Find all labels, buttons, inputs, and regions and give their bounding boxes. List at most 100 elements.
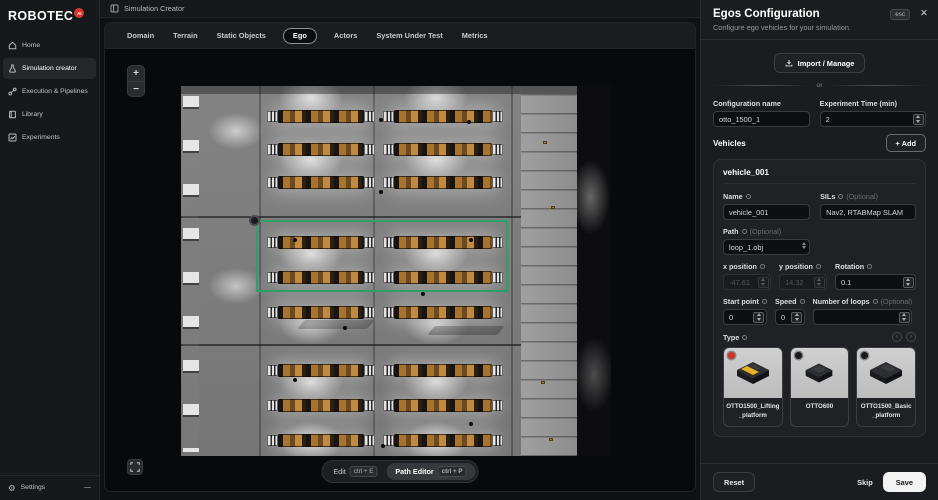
rack-row	[277, 176, 365, 189]
close-icon[interactable]: ✕	[920, 8, 928, 19]
panel-body: Import / Manage or Configuration name Ex…	[701, 40, 938, 463]
info-icon	[867, 264, 872, 269]
sils-input[interactable]	[820, 204, 916, 220]
path-select[interactable]: loop_1.obj	[723, 239, 810, 255]
type-option-otto1500-lifting[interactable]: OTTO1500_Lifting_platform	[723, 347, 783, 427]
logo-ai-badge: AI	[74, 8, 84, 18]
ego-path-rectangle[interactable]	[256, 220, 508, 292]
type-option-label: OTTO1500_Basic_platform	[857, 398, 915, 426]
tab-ego[interactable]: Ego	[283, 28, 317, 44]
stepper-icon[interactable]	[791, 312, 802, 323]
sidebar-item-execution-pipelines[interactable]: Execution & Pipelines	[3, 81, 96, 102]
rack-row	[393, 143, 493, 156]
pillar-dot	[379, 190, 383, 194]
tab-system-under-test[interactable]: System Under Test	[374, 28, 444, 43]
or-divider: or	[713, 82, 926, 89]
sidebar-item-label: Home	[22, 42, 40, 49]
stepper-icon	[758, 277, 769, 288]
config-name-label: Configuration name	[713, 99, 810, 108]
robot-illustration	[799, 359, 839, 387]
tab-terrain[interactable]: Terrain	[171, 28, 200, 43]
type-label: Type	[723, 333, 747, 342]
path-editor-button[interactable]: Path Editor ctrl + P	[386, 463, 475, 480]
path-editor-shortcut: ctrl + P	[438, 466, 467, 477]
tab-actors[interactable]: Actors	[332, 28, 359, 43]
sidebar-item-home[interactable]: Home	[3, 35, 96, 56]
config-name-input[interactable]	[713, 111, 810, 127]
chevron-left-icon[interactable]: ‹	[892, 332, 902, 342]
pillar-dot	[467, 120, 471, 124]
rack-row	[393, 110, 493, 123]
type-carousel: ‹ ›	[892, 332, 916, 342]
rack-row	[393, 176, 493, 189]
type-option-otto1500-basic[interactable]: OTTO1500_Basic_platform	[856, 347, 916, 427]
info-icon	[816, 264, 821, 269]
shadow	[427, 326, 505, 335]
stepper-icon[interactable]	[913, 114, 924, 125]
editor-mode-bar: Edit ctrl + E Path Editor ctrl + P	[322, 460, 479, 483]
vehicle-name-input[interactable]	[723, 204, 810, 220]
path-start-marker[interactable]	[249, 215, 260, 226]
chart-line-icon	[8, 133, 17, 142]
skip-button[interactable]: Skip	[857, 478, 873, 487]
pillar-dot	[379, 118, 383, 122]
import-manage-button[interactable]: Import / Manage	[774, 53, 866, 73]
stepper-icon[interactable]	[903, 277, 914, 288]
sidebar-item-settings[interactable]: Settings	[21, 484, 46, 491]
robot-illustration	[732, 359, 774, 387]
save-button[interactable]: Save	[883, 472, 926, 492]
sidebar-item-simulation-creator[interactable]: Simulation creator	[3, 58, 96, 79]
rack-row	[393, 364, 493, 377]
info-icon	[760, 264, 765, 269]
layout-icon	[110, 4, 119, 13]
rack-row	[277, 143, 365, 156]
zoom-in-button[interactable]: +	[128, 66, 144, 81]
chevron-updown-icon	[802, 242, 806, 249]
rack-row	[393, 306, 493, 319]
reset-button[interactable]: Reset	[713, 472, 755, 492]
add-vehicle-button[interactable]: + Add	[886, 134, 926, 152]
experiment-time-label: Experiment Time (min)	[820, 99, 926, 108]
vehicle-card: vehicle_001 Name SILs (Optional)	[713, 159, 926, 437]
info-icon	[838, 194, 843, 199]
collapse-sidebar-icon[interactable]	[84, 487, 91, 488]
stepper-icon[interactable]	[753, 312, 764, 323]
panel-subtitle: Configure ego vehicles for your simulati…	[713, 23, 926, 32]
topbar: Simulation Creator	[100, 0, 700, 18]
map-canvas[interactable]: + −	[105, 49, 695, 491]
info-icon	[746, 194, 751, 199]
pallet-dot	[551, 206, 555, 209]
pallet-dot	[549, 438, 553, 441]
vehicle-thumbnail	[724, 348, 782, 398]
warehouse-map[interactable]	[181, 86, 611, 456]
tab-static-objects[interactable]: Static Objects	[215, 28, 268, 43]
tab-metrics[interactable]: Metrics	[460, 28, 490, 43]
rack-row	[393, 434, 493, 447]
expand-icon	[130, 462, 140, 472]
vehicle-type-options: OTTO1500_Lifting_platform OTTO600	[723, 347, 916, 427]
rack-row	[277, 364, 365, 377]
experiment-time-input[interactable]	[820, 111, 926, 127]
type-option-label: OTTO600	[791, 398, 849, 420]
sidebar-item-experiments[interactable]: Experiments	[3, 127, 96, 148]
path-editor-label: Path Editor	[395, 467, 433, 476]
pallet-dot	[541, 381, 545, 384]
stepper-icon[interactable]	[899, 312, 910, 323]
chevron-right-icon[interactable]: ›	[906, 332, 916, 342]
tabs-bar: Domain Terrain Static Objects Ego Actors…	[105, 23, 695, 49]
sidebar-item-library[interactable]: Library	[3, 104, 96, 125]
robot-illustration	[865, 359, 907, 387]
type-option-otto600[interactable]: OTTO600	[790, 347, 850, 427]
tab-domain[interactable]: Domain	[125, 28, 156, 43]
shadow	[297, 320, 375, 329]
x-position-label: x position	[723, 262, 771, 271]
zoom-out-button[interactable]: −	[128, 81, 144, 96]
sidebar-item-label: Experiments	[22, 134, 60, 141]
fit-view-button[interactable]	[127, 459, 143, 475]
vehicle-thumbnail	[857, 348, 915, 398]
sidebar: ROBOTEC AI Home Simulation creator Execu…	[0, 0, 100, 500]
number-of-loops-input[interactable]	[813, 309, 913, 325]
start-point-label: Start point	[723, 297, 767, 306]
sidebar-item-label: Library	[22, 111, 43, 118]
edit-mode-button[interactable]: Edit ctrl + E	[325, 463, 387, 480]
